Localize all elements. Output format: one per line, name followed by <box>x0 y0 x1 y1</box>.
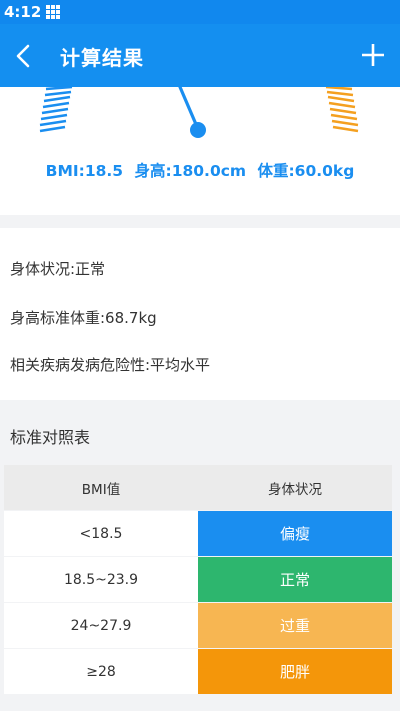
gauge-left-scale <box>39 87 73 133</box>
status-bar: 4:12 <box>0 0 400 24</box>
status-cell: 肥胖 <box>198 649 392 694</box>
table-row: ≥28 肥胖 <box>4 649 392 694</box>
weight-value: 体重:60.0kg <box>257 162 355 180</box>
table-row: 24~27.9 过重 <box>4 603 392 648</box>
table-row: 18.5~23.9 正常 <box>4 557 392 602</box>
table-header: BMI值 身体状况 <box>4 465 392 510</box>
header-bmi: BMI值 <box>81 481 121 498</box>
status-cell: 正常 <box>198 557 392 602</box>
page-title: 计算结果 <box>60 46 144 70</box>
header-status: 身体状况 <box>268 481 322 498</box>
health-info-card: 身体状况:正常 身高标准体重:68.7kg 相关疾病发病危险性:平均水平 <box>0 228 400 400</box>
bmi-summary: BMI:18.5 身高:180.0cm 体重:60.0kg <box>0 159 400 181</box>
bmi-value: BMI:18.5 <box>45 162 124 180</box>
status-time: 4:12 <box>4 3 42 21</box>
bmi-reference-table: BMI值 身体状况 <18.5 偏瘦 18.5~23.9 正常 24~27.9 … <box>4 465 392 694</box>
gauge-right-scale <box>325 87 359 133</box>
add-icon[interactable] <box>360 42 386 68</box>
status-cell: 过重 <box>198 603 392 648</box>
gauge-pivot <box>190 122 206 138</box>
bmi-gauge <box>39 87 359 138</box>
status-cell: 偏瘦 <box>198 511 392 556</box>
app-bar: 计算结果 <box>0 24 400 87</box>
body-status: 身体状况:正常 <box>10 260 106 278</box>
reference-table-section: 标准对照表 BMI值 身体状况 <18.5 偏瘦 18.5~23.9 正常 24… <box>0 400 400 711</box>
standard-weight: 身高标准体重:68.7kg <box>10 309 157 327</box>
grid-icon <box>46 5 61 19</box>
disease-risk: 相关疾病发病危险性:平均水平 <box>10 356 211 374</box>
back-arrow-icon[interactable] <box>12 42 36 70</box>
bmi-range-cell: 18.5~23.9 <box>4 557 198 602</box>
table-title: 标准对照表 <box>10 428 91 447</box>
bmi-range-cell: ≥28 <box>4 649 198 694</box>
bmi-range-cell: <18.5 <box>4 511 198 556</box>
bmi-range-cell: 24~27.9 <box>4 603 198 648</box>
bmi-gauge-card: BMI:18.5 身高:180.0cm 体重:60.0kg <box>0 87 400 215</box>
height-value: 身高:180.0cm <box>134 162 247 180</box>
table-row: <18.5 偏瘦 <box>4 511 392 556</box>
